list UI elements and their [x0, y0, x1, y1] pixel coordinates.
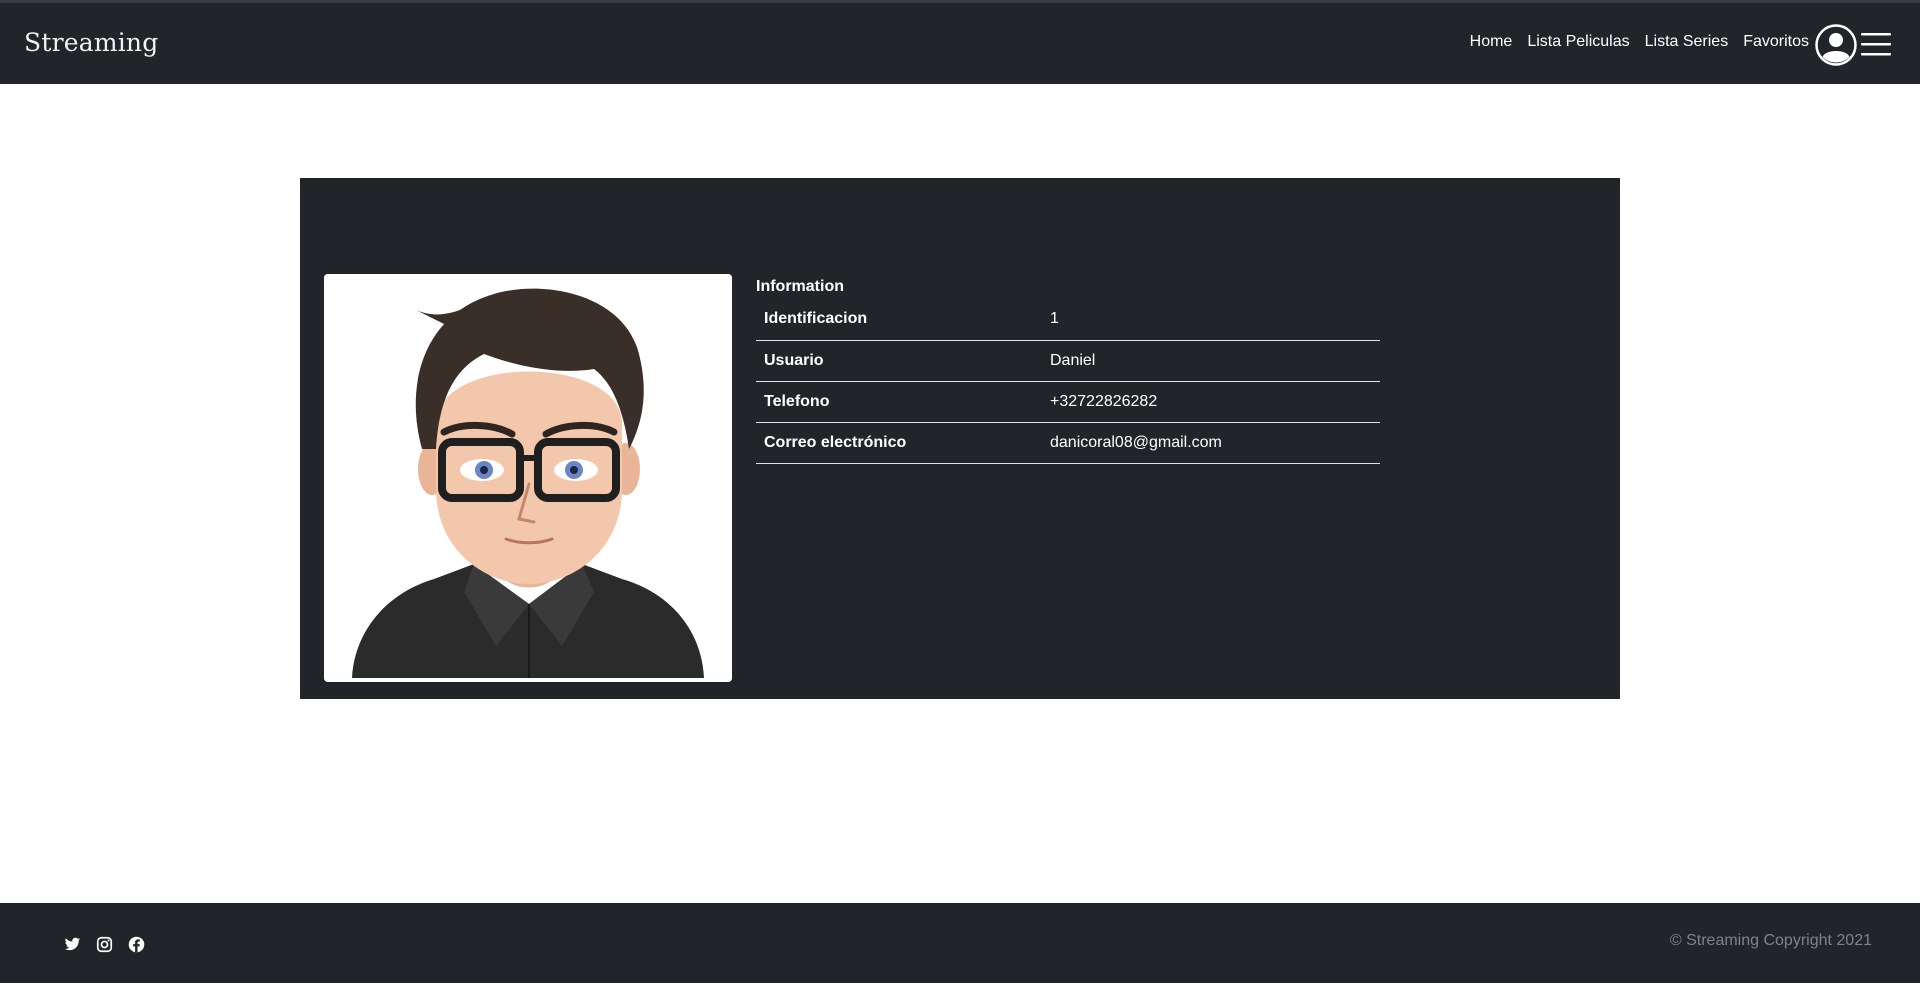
profile-card: Information Identificacion 1 Usuario Dan…: [300, 178, 1620, 699]
row-value: +32722826282: [1050, 392, 1158, 410]
nav-favorites-link[interactable]: Favoritos: [1743, 33, 1809, 51]
row-label: Identificacion: [764, 310, 868, 328]
info-title: Information: [756, 278, 844, 295]
nav-movies-link[interactable]: Lista Peliculas: [1527, 33, 1629, 51]
row-label: Usuario: [764, 351, 824, 369]
facebook-icon[interactable]: [128, 936, 145, 953]
row-label: Correo electrónico: [764, 433, 907, 451]
avatar: [324, 274, 732, 682]
row-value: 1: [1050, 310, 1059, 328]
table-row: Correo electrónico danicoral08@gmail.com: [756, 422, 1380, 463]
row-label: Telefono: [764, 392, 830, 410]
instagram-icon[interactable]: [96, 936, 113, 953]
copyright-text: © Streaming Copyright 2021: [1669, 932, 1872, 949]
table-row: Usuario Daniel: [756, 340, 1380, 381]
navbar: Streaming Home Lista Peliculas Lista Ser…: [0, 3, 1920, 84]
avatar-image: [324, 274, 732, 682]
info-section: Information Identificacion 1 Usuario Dan…: [756, 277, 1380, 464]
table-row: Telefono +32722826282: [756, 381, 1380, 422]
nav-series-link[interactable]: Lista Series: [1645, 33, 1729, 51]
nav-links: Home Lista Peliculas Lista Series Favori…: [1470, 33, 1809, 51]
row-value: Daniel: [1050, 351, 1096, 369]
social-links: [64, 936, 145, 953]
brand-link[interactable]: Streaming: [24, 28, 158, 57]
user-circle-icon[interactable]: [1815, 24, 1857, 66]
twitter-icon[interactable]: [64, 936, 81, 953]
table-row: Identificacion 1: [756, 299, 1380, 340]
hamburger-menu-icon[interactable]: [1861, 31, 1891, 57]
nav-home-link[interactable]: Home: [1470, 33, 1513, 51]
info-table: Identificacion 1 Usuario Daniel Telefono…: [756, 299, 1380, 464]
row-value: danicoral08@gmail.com: [1050, 433, 1222, 451]
footer: © Streaming Copyright 2021: [0, 903, 1920, 983]
